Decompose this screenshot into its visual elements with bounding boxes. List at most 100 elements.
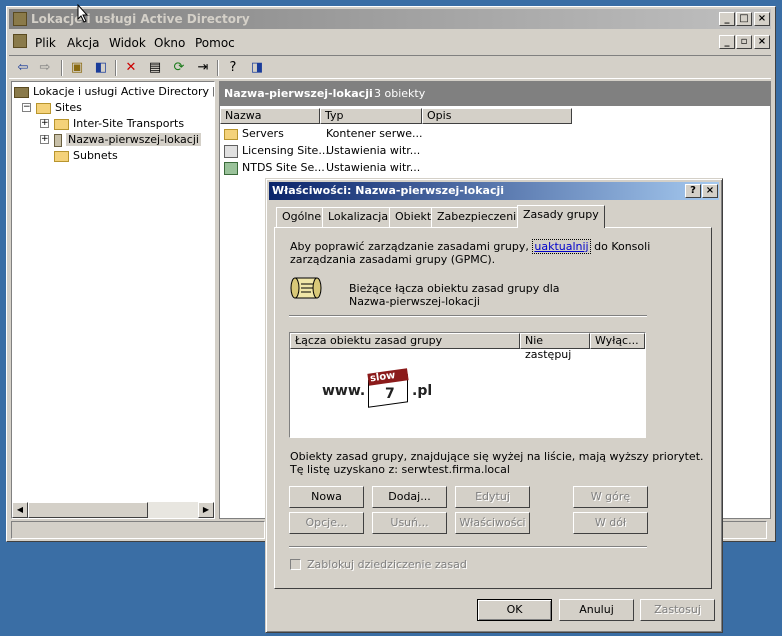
scroll-left-button[interactable]: ◀ [12,502,28,518]
site-icon [54,133,62,147]
menu-widok[interactable]: Widok [109,36,146,50]
folder-icon [54,150,69,162]
tree-item-subnets[interactable]: Subnets [54,148,118,164]
column-disabled[interactable]: Wyłąc... [590,333,645,349]
forward-arrow-icon[interactable]: ⇨ [37,60,53,76]
dialog-close-button[interactable]: × [702,184,718,198]
expand-site-toggle[interactable]: + [40,135,49,144]
tree-item-inter-site-label: Inter-Site Transports [73,117,185,130]
intro-text: Aby poprawić zarządzanie zasadami grupy, [290,240,529,253]
upgrade-link[interactable]: uaktualnij [532,239,591,254]
gpo-links-list[interactable]: Łącza obiektu zasad grupy Nie zastępuj W… [289,332,646,438]
new-button[interactable]: Nowa [289,486,364,508]
caption-line: Bieżące łącza obiektu zasad grupy dla [349,282,560,295]
child-close-button[interactable]: × [754,35,770,49]
minimize-button[interactable]: _ [719,12,735,26]
ad-sites-icon [14,86,29,98]
mouse-cursor-icon [77,4,89,23]
separator [289,546,647,548]
ok-button[interactable]: OK [477,599,552,621]
maximize-button[interactable]: □ [736,12,752,26]
priority-note: Obiekty zasad grupy, znajdujące się wyże… [290,450,704,463]
dialog-title: Właściwości: Nazwa-pierwszej-lokacji [272,184,505,197]
tree-item-subnets-label: Subnets [73,149,118,162]
source-note: Tę listę uzyskano z: serwtest.firma.loca… [290,463,510,476]
tree-pane: Lokacje i usługi Active Directory [serw … [11,81,215,519]
scroll-policy-icon [290,277,322,299]
move-down-button[interactable]: W dół [573,512,648,534]
title-bar[interactable]: Lokacje i usługi Active Directory _ □ × [9,9,771,29]
tab-lokalizacja[interactable]: Lokalizacja [322,207,395,227]
details-count: 3 obiekty [374,87,426,100]
options-button[interactable]: Opcje... [289,512,364,534]
tab-zasady-grupy[interactable]: Zasady grupy [517,205,605,228]
settings-icon [224,145,238,158]
back-arrow-icon[interactable]: ⇦ [15,60,31,76]
tab-panel: Aby poprawić zarządzanie zasadami grupy,… [274,227,712,589]
intro-text: do Konsoli [594,240,651,253]
refresh-icon[interactable]: ⟳ [171,60,187,76]
help-icon[interactable]: ? [225,60,241,76]
collapse-sites-toggle[interactable]: − [22,103,31,112]
show-tree-icon[interactable]: ◧ [93,60,109,76]
column-opis[interactable]: Opis [422,108,572,124]
dialog-help-button[interactable]: ? [685,184,701,198]
caption-line: Nazwa-pierwszej-lokacji [349,295,480,308]
menu-bar: Plik Akcja Widok Okno Pomoc _ ▫ × [9,31,771,53]
export-list-icon[interactable]: ⇥ [195,60,211,76]
scroll-thumb[interactable] [28,502,148,518]
up-folder-icon[interactable]: ▣ [69,60,85,76]
show-action-pane-icon[interactable]: ◨ [249,60,265,76]
current-links-caption: Bieżące łącza obiektu zasad grupy dla Na… [349,282,560,308]
column-no-override[interactable]: Nie zastępuj [520,333,590,361]
scroll-right-button[interactable]: ▶ [198,502,214,518]
list-item-name: NTDS Site Se... [242,161,325,174]
tab-zabezpieczenia[interactable]: Zabezpieczenia [431,207,529,227]
ntds-settings-icon [224,162,238,175]
folder-icon [36,102,51,114]
delete-button[interactable]: Usuń... [372,512,447,534]
list-item-name: Licensing Site... [242,144,329,157]
toolbar: ⇦ ⇨ ▣ ◧ ✕ ▤ ⟳ ⇥ ? ◨ [9,55,771,79]
list-item-type: Ustawienia witr... [326,144,421,157]
menu-plik[interactable]: Plik [35,36,56,50]
details-header: Nazwa-pierwszej-lokacji 3 obiekty [220,82,770,106]
delete-icon[interactable]: ✕ [123,60,139,76]
expand-inter-site-toggle[interactable]: + [40,119,49,128]
child-restore-button[interactable]: ▫ [736,35,752,49]
menu-akcja[interactable]: Akcja [67,36,99,50]
console-icon[interactable] [13,34,27,48]
tree-item-site[interactable]: Nazwa-pierwszej-lokacji [54,132,201,148]
block-inheritance-checkbox[interactable] [290,559,301,570]
menu-okno[interactable]: Okno [154,36,185,50]
add-button[interactable]: Dodaj... [372,486,447,508]
tab-ogolne[interactable]: Ogólne [276,207,328,227]
tree-root[interactable]: Lokacje i usługi Active Directory [serw [14,84,214,100]
child-minimize-button[interactable]: _ [719,35,735,49]
list-header: Nazwa Typ Opis [220,108,770,124]
properties-button[interactable]: Właściwości [455,512,530,534]
dialog-title-bar[interactable]: Właściwości: Nazwa-pierwszej-lokacji ? × [269,182,719,200]
column-typ[interactable]: Typ [320,108,422,124]
apply-button[interactable]: Zastosuj [640,599,715,621]
watermark-www: www. [322,383,366,399]
list-item-name: Servers [242,127,284,140]
tree-horizontal-scrollbar[interactable]: ◀ ▶ [12,502,214,518]
tab-obiekt[interactable]: Obiekt [389,207,438,227]
properties-icon[interactable]: ▤ [147,60,163,76]
move-up-button[interactable]: W górę [573,486,648,508]
tree-item-sites[interactable]: Sites [36,100,82,116]
column-gpo-links[interactable]: Łącza obiektu zasad grupy [290,333,520,349]
watermark-seven: 7 [385,386,395,402]
intro-text: zarządzania zasadami grupy (GPMC). [290,253,496,266]
toolbar-separator [61,60,63,76]
edit-button[interactable]: Edytuj [455,486,530,508]
menu-pomoc[interactable]: Pomoc [195,36,235,50]
folder-icon [54,118,69,130]
watermark-pl: .pl [412,383,433,399]
tree-item-inter-site-transports[interactable]: Inter-Site Transports [54,116,184,132]
properties-dialog: Właściwości: Nazwa-pierwszej-lokacji ? ×… [265,178,723,633]
column-nazwa[interactable]: Nazwa [220,108,320,124]
close-button[interactable]: × [754,12,770,26]
cancel-button[interactable]: Anuluj [559,599,634,621]
